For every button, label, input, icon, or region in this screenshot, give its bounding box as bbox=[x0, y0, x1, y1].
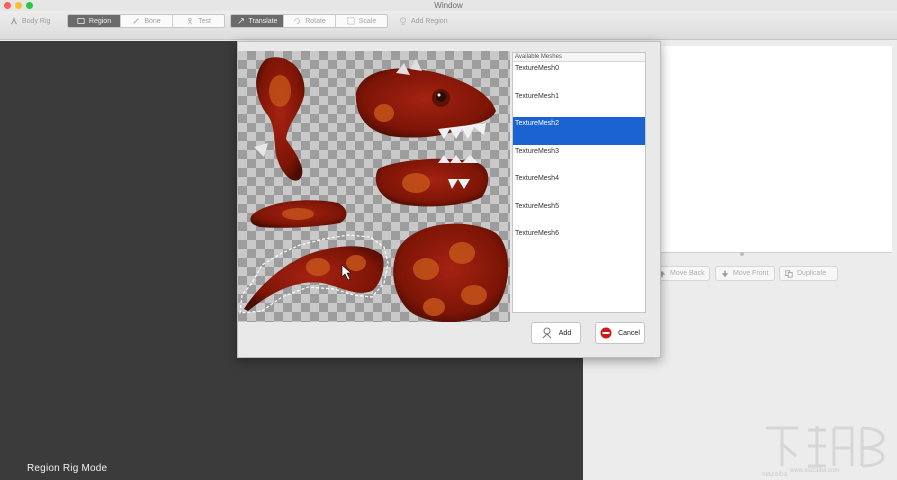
bone-icon bbox=[133, 18, 140, 24]
mode-segmented-control: Region Bone Test bbox=[67, 14, 225, 28]
move-front-label: Move Front bbox=[733, 270, 769, 277]
move-back-label: Move Back bbox=[670, 270, 705, 277]
add-region-button[interactable]: Add Region bbox=[395, 14, 452, 28]
texture-body-piece bbox=[393, 223, 509, 322]
mesh-list-item-5[interactable]: TextureMesh5 bbox=[513, 200, 645, 228]
rotate-icon bbox=[294, 18, 300, 24]
body-rig-icon bbox=[11, 17, 17, 25]
tab-translate[interactable]: Translate bbox=[231, 15, 284, 27]
body-rig-button[interactable]: Body Rig bbox=[6, 14, 54, 28]
add-region-icon bbox=[400, 17, 406, 25]
title-bar: Window bbox=[0, 0, 897, 11]
region-icon bbox=[77, 18, 85, 24]
toolbar: Body Rig Region Bone Test Translate Rota… bbox=[0, 11, 897, 40]
mesh-list-header: Available Meshes bbox=[513, 53, 645, 62]
add-button[interactable]: Add bbox=[531, 322, 581, 344]
tab-rotate[interactable]: Rotate bbox=[284, 15, 336, 27]
test-figure-icon bbox=[188, 17, 193, 25]
scale-icon bbox=[347, 17, 355, 25]
tab-translate-label: Translate bbox=[248, 17, 278, 25]
body-rig-label: Body Rig bbox=[22, 17, 51, 25]
window-title: Window bbox=[434, 1, 463, 10]
cancel-button-label: Cancel bbox=[618, 329, 640, 337]
mesh-list-item-2-selected[interactable]: TextureMesh2 bbox=[513, 117, 645, 145]
mode-label: Region Rig Mode bbox=[27, 463, 108, 474]
tab-region-label: Region bbox=[88, 17, 112, 25]
mesh-list-item-6[interactable]: TextureMesh6 bbox=[513, 227, 645, 255]
splitter-handle[interactable] bbox=[740, 252, 744, 256]
duplicate-label: Duplicate bbox=[797, 270, 827, 277]
mesh-list-item-4[interactable]: TextureMesh4 bbox=[513, 172, 645, 200]
texture-atlas-preview[interactable] bbox=[238, 51, 510, 322]
texture-jaw-piece bbox=[375, 158, 489, 207]
duplicate-icon bbox=[785, 269, 793, 278]
texture-atlas-image bbox=[239, 57, 509, 322]
mesh-list-item-0[interactable]: TextureMesh0 bbox=[513, 62, 645, 90]
move-front-button[interactable]: Move Front bbox=[715, 266, 775, 281]
tab-scale[interactable]: Scale bbox=[336, 15, 387, 27]
tab-bone-label: Bone bbox=[144, 17, 161, 25]
translate-icon bbox=[237, 18, 244, 24]
arrow-down-icon bbox=[721, 270, 729, 277]
tab-rotate-label: Rotate bbox=[305, 17, 326, 25]
watermark-url: www.xiazaiba.com bbox=[790, 468, 840, 474]
tab-region[interactable]: Region bbox=[68, 15, 121, 27]
add-mesh-icon bbox=[542, 327, 552, 339]
tab-test[interactable]: Test bbox=[173, 15, 224, 27]
svg-text:xiazaiba: xiazaiba bbox=[762, 471, 788, 476]
mesh-list-item-1[interactable]: TextureMesh1 bbox=[513, 90, 645, 118]
mesh-list-item-3[interactable]: TextureMesh3 bbox=[513, 145, 645, 173]
tab-scale-label: Scale bbox=[358, 17, 377, 25]
texture-tail-piece bbox=[244, 246, 384, 311]
tab-bone[interactable]: Bone bbox=[121, 15, 173, 27]
region-list[interactable] bbox=[655, 46, 892, 253]
add-button-label: Add bbox=[558, 329, 572, 337]
cancel-button[interactable]: Cancel bbox=[595, 322, 645, 344]
app-window: Window Body Rig Region Bone Test Transla… bbox=[0, 0, 897, 480]
transform-segmented-control: Translate Rotate Scale bbox=[230, 14, 388, 28]
add-region-label: Add Region bbox=[411, 17, 448, 25]
cancel-icon bbox=[600, 327, 612, 339]
tab-test-label: Test bbox=[198, 17, 211, 25]
available-meshes-list[interactable]: Available Meshes TextureMesh0 TextureMes… bbox=[512, 52, 646, 313]
duplicate-button[interactable]: Duplicate bbox=[779, 266, 838, 281]
add-mesh-dialog: Available Meshes TextureMesh0 TextureMes… bbox=[237, 41, 661, 358]
